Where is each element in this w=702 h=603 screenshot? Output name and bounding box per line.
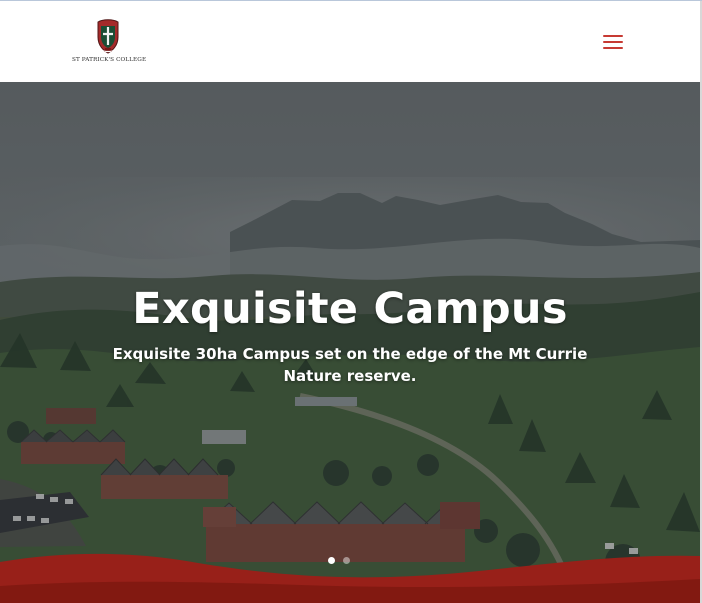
slider-dot[interactable]	[343, 557, 350, 564]
slider-dot-active[interactable]	[328, 557, 335, 564]
hero-slider: Exquisite Campus Exquisite 30ha Campus s…	[0, 82, 700, 603]
hero-subtitle: Exquisite 30ha Campus set on the edge of…	[83, 343, 617, 387]
hero-title: Exquisite Campus	[132, 284, 568, 334]
hamburger-menu-button[interactable]	[602, 33, 626, 51]
hamburger-menu-icon	[603, 35, 623, 37]
school-name: ST PATRICK'S COLLEGE	[72, 57, 147, 63]
browser-page: ST PATRICK'S COLLEGE Exquisite Campus Ex…	[0, 0, 702, 603]
hamburger-menu-icon	[603, 47, 623, 49]
hero-subtitle-line-1: Exquisite 30ha Campus set on the edge of…	[112, 345, 588, 363]
site-logo-link[interactable]: ST PATRICK'S COLLEGE	[72, 19, 147, 69]
site-header: ST PATRICK'S COLLEGE	[0, 1, 702, 82]
hamburger-menu-icon	[603, 41, 623, 43]
school-crest-icon	[97, 19, 119, 54]
slider-dots	[328, 556, 368, 566]
hero-caption: Exquisite Campus Exquisite 30ha Campus s…	[83, 284, 617, 387]
hero-subtitle-line-2: Nature reserve.	[283, 367, 417, 385]
